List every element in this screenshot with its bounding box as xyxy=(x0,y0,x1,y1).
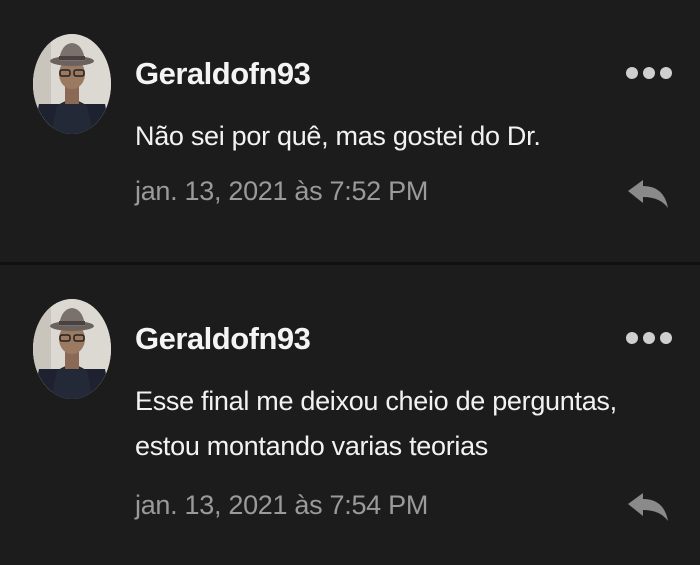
comment-card: Geraldofn93 Não sei por quê, mas gostei … xyxy=(0,0,700,262)
avatar[interactable] xyxy=(33,299,111,399)
comment-timestamp: jan. 13, 2021 às 7:52 PM xyxy=(135,176,429,206)
more-options-icon[interactable] xyxy=(626,331,672,345)
comment-text-line: Esse final me deixou cheio de perguntas, xyxy=(135,386,617,416)
dot-icon xyxy=(643,332,655,344)
comment-text-line: Não sei por quê, mas gostei do Dr. xyxy=(135,121,541,151)
comment-card: Geraldofn93 Esse final me deixou cheio d… xyxy=(0,265,700,565)
comment-username[interactable]: Geraldofn93 xyxy=(135,56,311,92)
dot-icon xyxy=(626,67,638,79)
more-options-icon[interactable] xyxy=(626,66,672,80)
dot-icon xyxy=(660,332,672,344)
reply-arrow-icon[interactable] xyxy=(626,178,670,212)
dot-icon xyxy=(643,67,655,79)
comment-username[interactable]: Geraldofn93 xyxy=(135,321,311,357)
comment-text: Esse final me deixou cheio de perguntas,… xyxy=(135,379,655,469)
comment-text: Não sei por quê, mas gostei do Dr. xyxy=(135,114,655,159)
dot-icon xyxy=(626,332,638,344)
avatar[interactable] xyxy=(33,34,111,134)
comment-timestamp: jan. 13, 2021 às 7:54 PM xyxy=(135,490,429,520)
reply-arrow-icon[interactable] xyxy=(626,491,670,525)
dot-icon xyxy=(660,67,672,79)
comment-feed: Geraldofn93 Não sei por quê, mas gostei … xyxy=(0,0,700,565)
comment-text-line: estou montando varias teorias xyxy=(135,431,489,461)
